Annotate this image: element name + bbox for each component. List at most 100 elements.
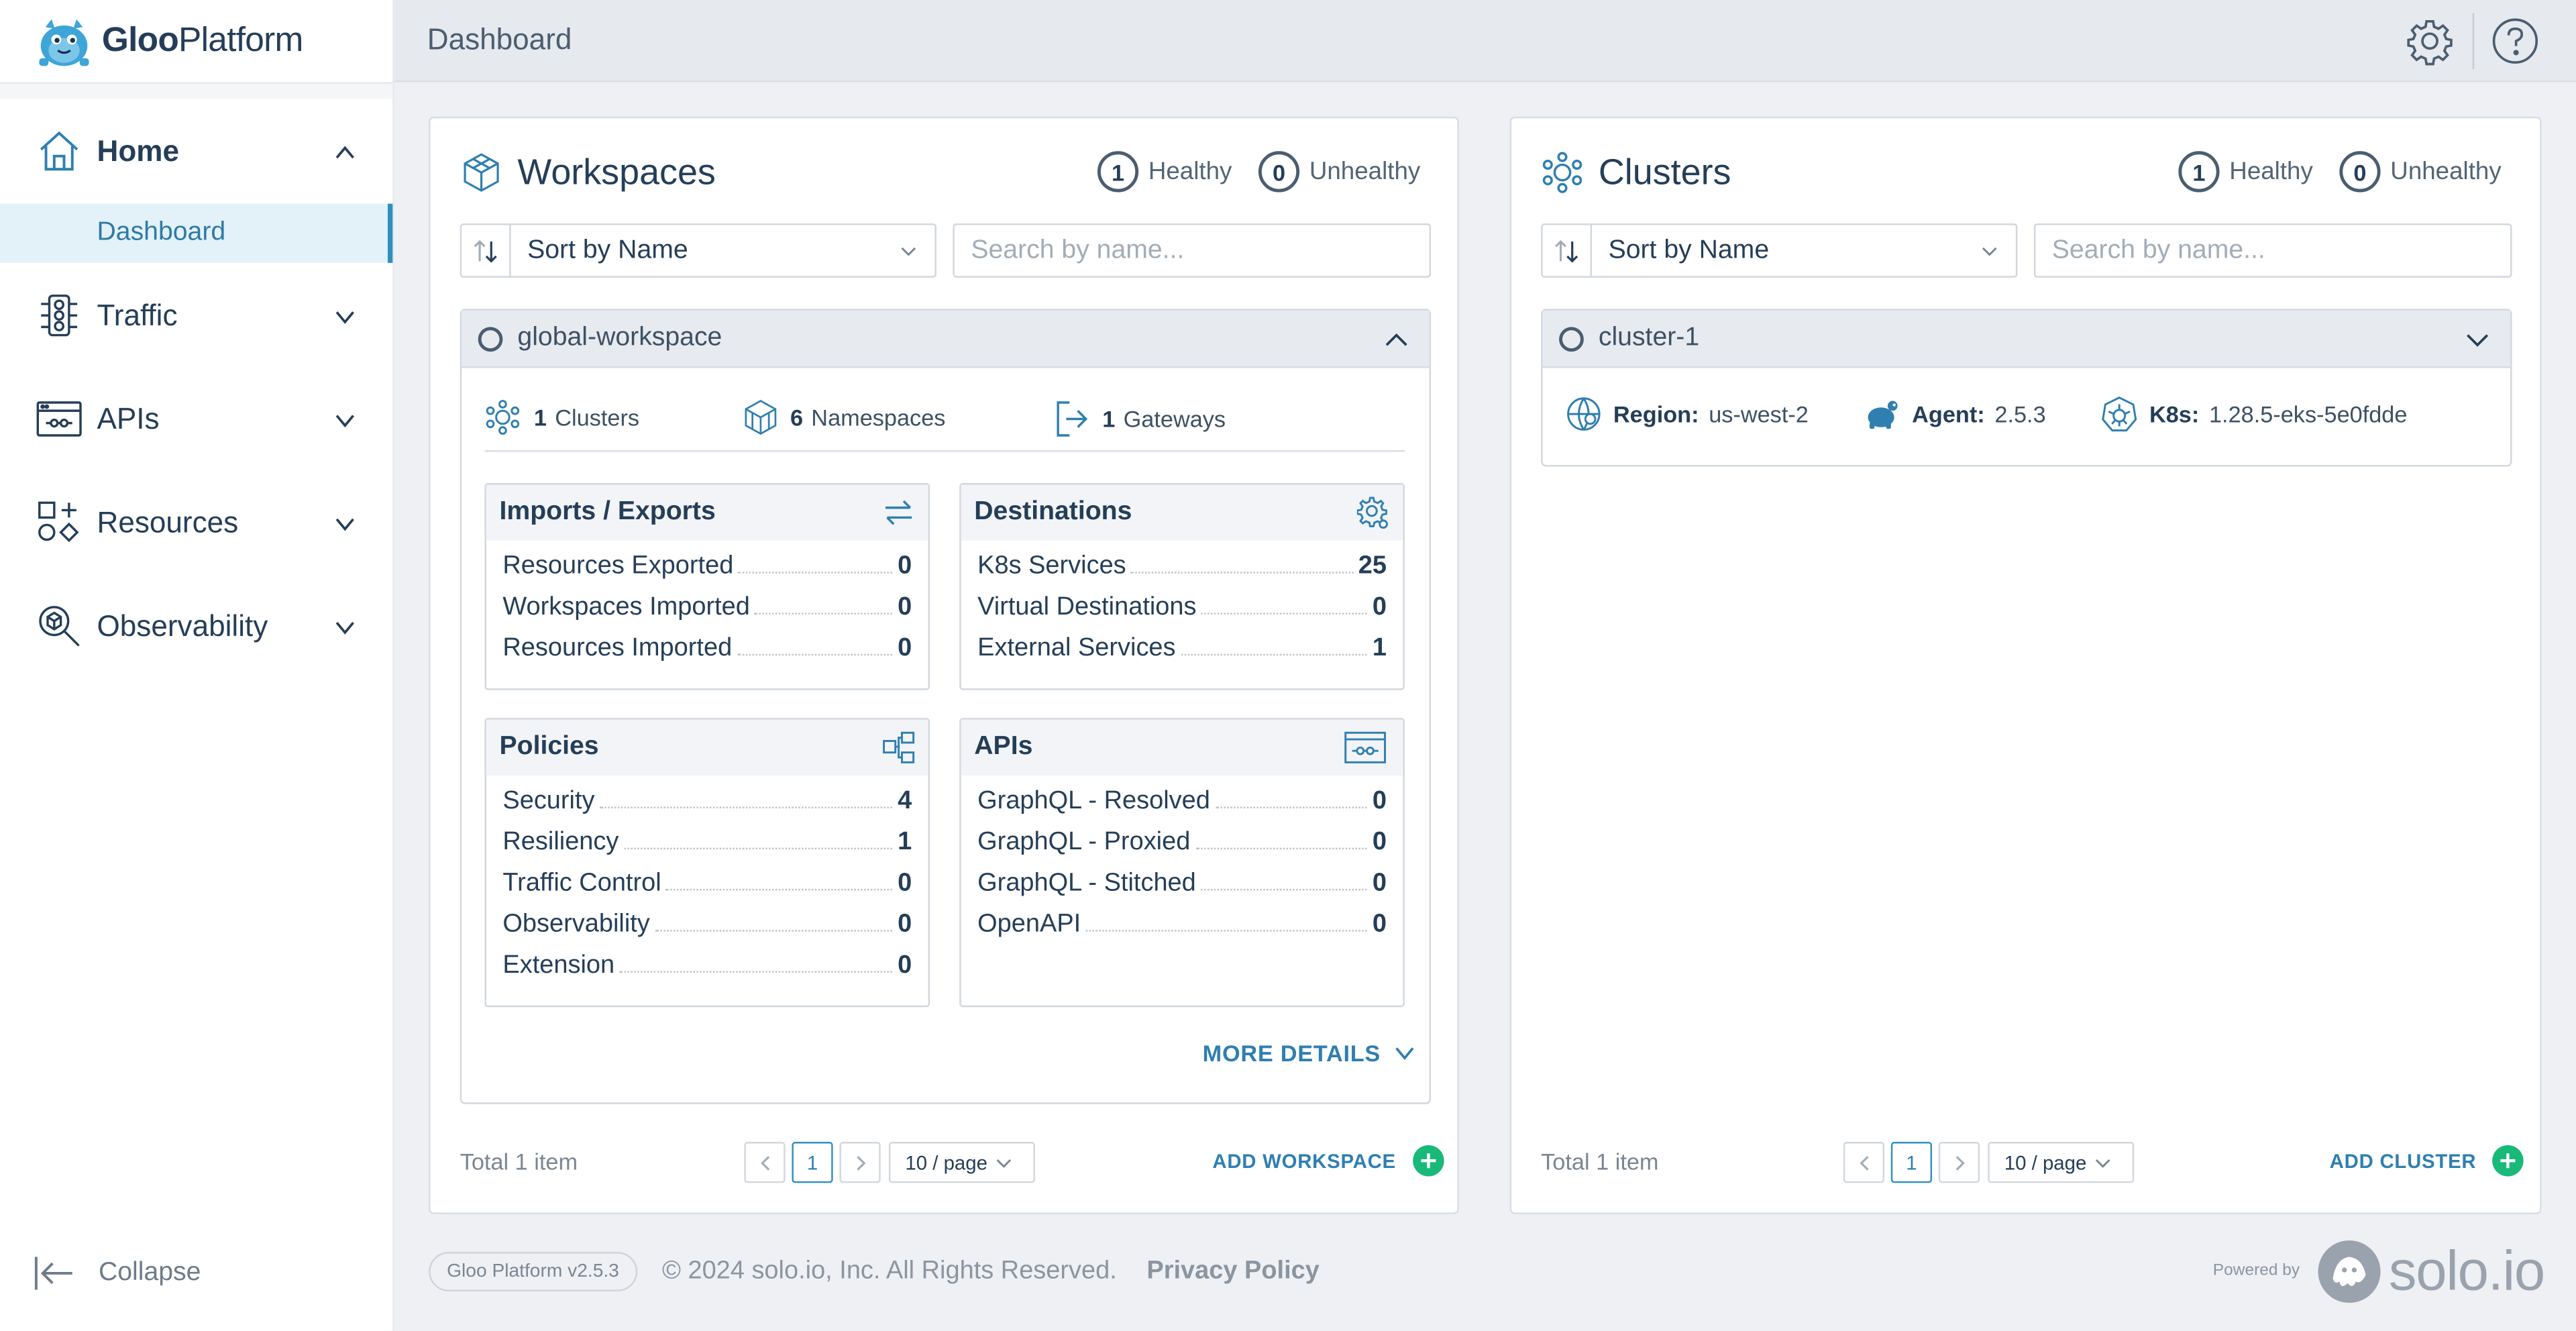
workspace-cube-icon — [464, 153, 499, 192]
stat-label: Traffic Control — [502, 869, 667, 899]
stat-value: 0 — [1372, 787, 1387, 815]
search-input[interactable] — [2033, 223, 2512, 278]
box-title: Imports / Exports — [499, 498, 716, 526]
box-title: APIs — [974, 733, 1033, 761]
help-icon[interactable] — [2491, 16, 2540, 65]
divider — [0, 82, 393, 99]
status-ring-icon — [1559, 326, 1584, 351]
clusters-count: 1 — [533, 404, 547, 431]
unhealthy-count-badge: 0 — [2339, 151, 2381, 193]
clusters-stat: 1 Clusters — [484, 399, 639, 435]
chevron-down-icon — [996, 1158, 1012, 1167]
more-details-label: MORE DETAILS — [1202, 1040, 1381, 1067]
policy-tree-icon — [883, 731, 915, 763]
stat-row: GraphQL - Resolved 0 — [977, 776, 1387, 817]
chevron-down-icon — [1982, 246, 1997, 256]
stat-row: Extension 0 — [502, 940, 912, 981]
add-cluster-label: ADD CLUSTER — [2329, 1149, 2477, 1173]
page-button[interactable]: 1 — [792, 1142, 833, 1183]
apis-box: APIs GraphQL - Resolved 0 GraphQL - Proxi… — [959, 718, 1405, 1008]
cluster-agent: Agent: 2.5.3 — [1864, 398, 2046, 431]
collapse-button[interactable]: Collapse — [33, 1248, 201, 1297]
sidebar-item-resources[interactable]: Resources — [0, 490, 392, 555]
chevron-down-icon[interactable] — [2464, 327, 2490, 353]
unhealthy-label: Unhealthy — [2390, 158, 2502, 186]
stat-value: 0 — [898, 551, 912, 580]
solo-logo[interactable]: solo.io — [2316, 1239, 2545, 1305]
chevron-down-icon — [335, 621, 354, 635]
stat-row: Resiliency 1 — [502, 816, 912, 858]
chevron-left-icon — [1859, 1155, 1868, 1170]
chevron-right-icon — [1955, 1155, 1964, 1170]
page-button[interactable]: 1 — [1890, 1142, 1933, 1183]
sidebar-item-traffic[interactable]: Traffic — [0, 282, 392, 348]
stat-label: GraphQL - Stitched — [977, 869, 1201, 899]
clusters-label: Clusters — [555, 404, 640, 431]
panel-title: Clusters — [1541, 151, 1731, 194]
collapse-arrow-icon — [34, 1257, 72, 1290]
sort-select-value: Sort by Name — [1608, 235, 1770, 264]
cluster-icon — [486, 400, 520, 435]
sort-select[interactable]: Sort by Name — [1541, 223, 2018, 278]
workspace-stats: 1 Clusters 6 Namespaces 1 Gateways — [484, 392, 1405, 452]
prev-page-button[interactable] — [744, 1142, 786, 1183]
gear-icon[interactable] — [2405, 16, 2454, 66]
clusters-footer: Total 1 item 1 10 / page ADD CLUSTER — [1511, 1142, 2540, 1185]
stat-value: 0 — [898, 951, 912, 979]
next-page-button[interactable] — [839, 1142, 881, 1183]
chevron-down-icon — [1396, 1047, 1415, 1061]
prev-page-button[interactable] — [1843, 1142, 1885, 1183]
stat-value: 0 — [898, 869, 912, 898]
workspace-card: global-workspace 1 Clusters 6 Namespaces… — [460, 309, 1432, 1104]
pagination: 1 10 / page — [1843, 1142, 2135, 1183]
box-header: APIs — [961, 719, 1403, 776]
page-size-select[interactable]: 10 / page — [1988, 1142, 2135, 1183]
next-page-button[interactable] — [1938, 1142, 1980, 1183]
search-input[interactable] — [953, 223, 1432, 278]
cluster-name: cluster-1 — [1598, 323, 1700, 352]
add-workspace-button[interactable]: ADD WORKSPACE — [1212, 1144, 1444, 1177]
powered-by-text: Powered by — [2212, 1261, 2300, 1280]
sidebar-sub-label: Dashboard — [97, 218, 226, 247]
app-logo[interactable]: GlooPlatform — [33, 10, 303, 72]
observability-icon — [39, 606, 80, 647]
cluster-info: Region: us-west-2 Agent: 2.5.3 K8s: 1.28… — [1566, 394, 2463, 434]
healthy-label: Healthy — [2229, 158, 2313, 186]
cluster-card-header[interactable]: cluster-1 — [1542, 310, 2511, 368]
healthy-count-badge: 1 — [2178, 151, 2220, 193]
privacy-policy-link[interactable]: Privacy Policy — [1146, 1257, 1319, 1286]
page-title: Dashboard — [427, 23, 572, 56]
page-size-select[interactable]: 10 / page — [888, 1142, 1035, 1183]
workspace-card-header[interactable]: global-workspace — [462, 310, 1430, 368]
sidebar-item-home[interactable]: Home — [0, 118, 392, 184]
plus-icon — [1412, 1144, 1444, 1177]
clusters-panel: Clusters 1 Healthy 0 Unhealthy Sort by N… — [1509, 116, 2542, 1214]
unhealthy-count-badge: 0 — [1258, 151, 1300, 193]
sidebar-item-apis[interactable]: APIs — [0, 386, 392, 452]
gateway-icon — [1057, 401, 1088, 437]
chevron-up-icon[interactable] — [1383, 327, 1409, 353]
sort-direction-button[interactable] — [1543, 225, 1593, 276]
sidebar-item-dashboard[interactable]: Dashboard — [0, 203, 393, 263]
box-title: Destinations — [974, 498, 1132, 526]
sort-direction-button[interactable] — [462, 225, 511, 276]
k8s-value: 1.28.5-eks-5e0fdde — [2208, 401, 2408, 427]
namespaces-count: 6 — [790, 404, 804, 431]
stat-value: 0 — [898, 593, 912, 621]
healthy-label: Healthy — [1148, 158, 1232, 186]
collapse-label: Collapse — [98, 1258, 201, 1287]
workspaces-title: Workspaces — [517, 151, 716, 193]
sort-select[interactable]: Sort by Name — [460, 223, 936, 278]
unhealthy-count: 0 Unhealthy — [1258, 151, 1420, 193]
stat-value: 0 — [898, 634, 912, 662]
stat-value: 0 — [1372, 593, 1387, 621]
stat-label: Workspaces Imported — [502, 593, 755, 623]
header-divider — [2472, 13, 2475, 69]
add-cluster-button[interactable]: ADD CLUSTER — [2329, 1144, 2524, 1177]
more-details-button[interactable]: MORE DETAILS — [1203, 1040, 1417, 1066]
stat-value: 0 — [1372, 828, 1387, 856]
gloo-mascot-icon — [39, 19, 89, 66]
stat-row: Traffic Control 0 — [502, 857, 912, 899]
sort-arrows-icon — [1554, 239, 1577, 262]
sidebar-item-observability[interactable]: Observability — [0, 593, 392, 659]
